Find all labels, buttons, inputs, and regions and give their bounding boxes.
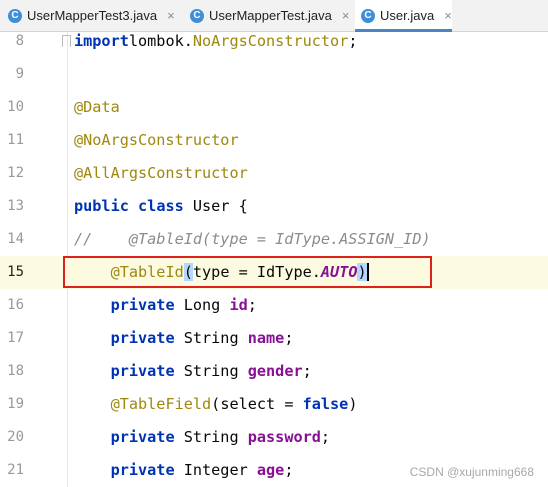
- code-line[interactable]: 16 private Long id;: [0, 289, 548, 322]
- tab-label: UserMapperTest3.java: [27, 8, 158, 23]
- java-class-icon: C: [361, 8, 375, 23]
- line-number: 8: [15, 33, 24, 49]
- code-token: @TableField: [110, 395, 212, 413]
- code-token: ;: [348, 32, 358, 50]
- code-text: private Long id;: [74, 289, 257, 322]
- code-text: private String password;: [74, 421, 330, 454]
- code-token: Long: [174, 296, 230, 314]
- line-number: 11: [7, 132, 24, 148]
- annotation-highlight-box: [63, 256, 432, 288]
- line-number: 13: [7, 198, 24, 214]
- code-line[interactable]: 20 private String password;: [0, 421, 548, 454]
- tab-label: User.java: [380, 8, 435, 23]
- code-line[interactable]: 19 @TableField(select = false): [0, 388, 548, 421]
- code-text: @TableField(select = false): [74, 388, 358, 421]
- line-number: 16: [7, 297, 24, 313]
- code-token: class: [138, 197, 184, 215]
- code-token: String: [174, 329, 248, 347]
- line-number: 14: [7, 231, 24, 247]
- line-number: 18: [7, 363, 24, 379]
- code-line[interactable]: 17 private String name;: [0, 322, 548, 355]
- code-token: ;: [247, 296, 257, 314]
- line-number: 12: [7, 165, 24, 181]
- code-token: @Data: [74, 98, 120, 116]
- code-token: User {: [183, 197, 248, 215]
- code-text: private Integer age;: [74, 454, 294, 487]
- code-text: @AllArgsConstructor: [74, 157, 248, 190]
- code-token: private: [110, 461, 175, 479]
- line-number: 17: [7, 330, 24, 346]
- code-token: // @TableId(type = IdType.ASSIGN_ID): [74, 230, 431, 248]
- code-token: ;: [302, 362, 312, 380]
- code-token: @AllArgsConstructor: [74, 164, 248, 182]
- code-token: ;: [284, 461, 294, 479]
- code-token: @NoArgsConstructor: [74, 131, 239, 149]
- close-icon[interactable]: ×: [444, 8, 452, 23]
- code-token: Integer: [174, 461, 257, 479]
- code-text: // @TableId(type = IdType.ASSIGN_ID): [74, 223, 431, 256]
- code-token: false: [302, 395, 349, 413]
- close-icon[interactable]: ×: [167, 8, 175, 23]
- code-token: age: [256, 461, 285, 479]
- code-token: gender: [247, 362, 303, 380]
- code-token: private: [110, 362, 175, 380]
- line-number: 20: [7, 429, 24, 445]
- line-number: 15: [7, 264, 24, 280]
- close-icon[interactable]: ×: [342, 8, 350, 23]
- code-token: String: [174, 362, 248, 380]
- code-token: password: [247, 428, 321, 446]
- code-line[interactable]: 11 @NoArgsConstructor: [0, 124, 548, 157]
- code-token: id: [229, 296, 248, 314]
- code-token: private: [110, 428, 175, 446]
- code-token: import: [74, 32, 129, 50]
- line-number: 9: [15, 66, 24, 82]
- code-line[interactable]: 12 @AllArgsConstructor: [0, 157, 548, 190]
- code-token: ;: [284, 329, 294, 347]
- code-line[interactable]: 13 public class User {: [0, 190, 548, 223]
- tab-label: UserMapperTest.java: [209, 8, 332, 23]
- code-text: @NoArgsConstructor: [74, 124, 239, 157]
- line-number: 10: [7, 99, 24, 115]
- fold-marker-icon[interactable]: [62, 35, 71, 47]
- code-token: NoArgsConstructor: [192, 32, 349, 50]
- watermark: CSDN @xujunming668: [409, 465, 534, 479]
- code-token: ;: [320, 428, 331, 446]
- code-text: importlombok.NoArgsConstructor;: [74, 25, 358, 58]
- line-number: 21: [7, 462, 24, 478]
- code-line[interactable]: 18 private String gender;: [0, 355, 548, 388]
- java-class-icon: C: [190, 8, 204, 23]
- code-line[interactable]: 8 importlombok.NoArgsConstructor;: [0, 25, 548, 58]
- code-line[interactable]: 9: [0, 58, 548, 91]
- code-token: String: [174, 428, 248, 446]
- java-class-icon: C: [8, 8, 22, 23]
- code-text: public class User {: [74, 190, 248, 223]
- code-text: private String name;: [74, 322, 294, 355]
- code-text: @Data: [74, 91, 120, 124]
- code-token: ): [348, 395, 358, 413]
- code-line[interactable]: 14 // @TableId(type = IdType.ASSIGN_ID): [0, 223, 548, 256]
- line-number: 19: [7, 396, 24, 412]
- code-line[interactable]: 10 @Data: [0, 91, 548, 124]
- code-token: public: [74, 197, 129, 215]
- code-token: name: [247, 329, 285, 347]
- code-token: private: [110, 296, 175, 314]
- code-token: (select =: [211, 395, 303, 413]
- code-token: private: [110, 329, 175, 347]
- code-text: private String gender;: [74, 355, 312, 388]
- code-token: lombok.: [128, 32, 193, 50]
